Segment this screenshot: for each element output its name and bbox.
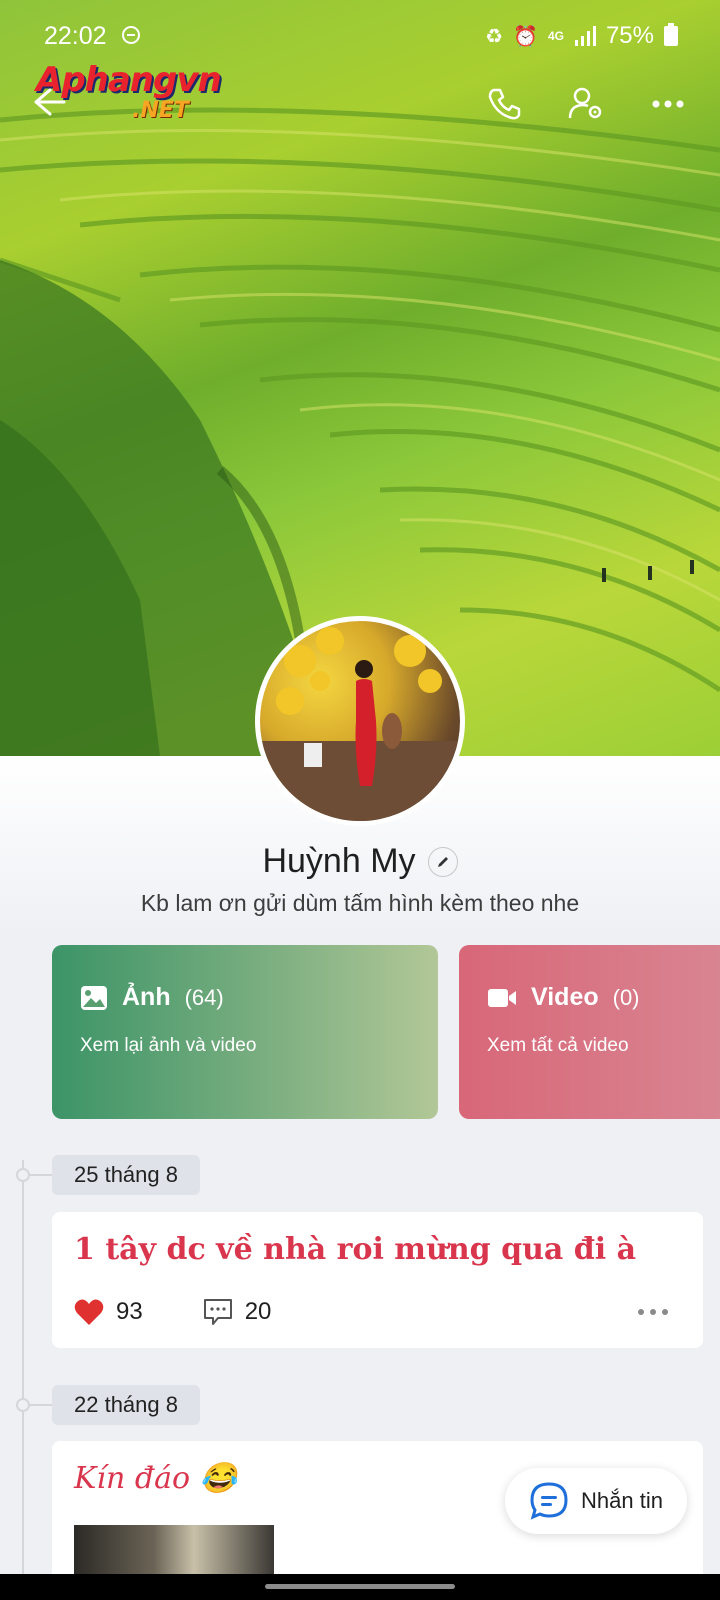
post-text: Kín đáo 😂 (74, 1461, 237, 1496)
battery-saver-icon: ♻ (485, 25, 504, 48)
videos-title: Video (531, 983, 599, 1011)
photos-title: Ảnh (122, 983, 171, 1011)
timeline-tick (30, 1404, 52, 1406)
profile-name: Huỳnh My (262, 842, 416, 880)
do-not-disturb-icon (122, 26, 140, 44)
user-settings-icon[interactable] (566, 84, 606, 124)
avatar-photo (260, 627, 460, 821)
heart-icon (74, 1299, 104, 1325)
like-button[interactable]: 93 (74, 1298, 143, 1326)
comment-count: 20 (244, 1298, 272, 1325)
edit-name-button[interactable] (427, 846, 458, 877)
home-gesture-bar[interactable] (265, 1584, 455, 1589)
videos-count: (0) (612, 984, 640, 1010)
like-count: 93 (116, 1298, 143, 1325)
chat-bubble-icon (530, 1482, 568, 1520)
post-more-icon[interactable] (637, 1308, 669, 1316)
pencil-icon (437, 856, 448, 867)
photos-card[interactable]: Ảnh (64) Xem lại ảnh và video (52, 945, 438, 1119)
signal-icon (574, 26, 596, 46)
timeline-dot (16, 1168, 30, 1182)
send-message-label: Nhắn tin (581, 1488, 663, 1513)
date-chip: 22 tháng 8 (52, 1385, 200, 1425)
profile-name-row: Huỳnh My (0, 842, 720, 881)
timeline-dot (16, 1398, 30, 1412)
system-nav-bar (0, 1574, 720, 1600)
comment-button[interactable]: 20 (203, 1298, 272, 1326)
profile-status: Kb lam ơn gửi dùm tấm hình kèm theo nhe (140, 890, 580, 916)
logo-line1: Aphangvn (36, 60, 222, 100)
more-icon[interactable] (648, 84, 688, 124)
post-text: 1 tây dc về nhà roi mừng qua đi à (74, 1232, 637, 1267)
videos-subtitle: Xem tất cả video (487, 1035, 629, 1056)
network-type: 4G (547, 29, 564, 43)
videos-card[interactable]: Video (0) Xem tất cả video (459, 945, 720, 1119)
comment-icon (203, 1299, 232, 1325)
battery-level: 75% (605, 22, 654, 49)
photos-subtitle: Xem lại ảnh và video (80, 1035, 257, 1056)
timeline-line (22, 1160, 24, 1600)
post-card[interactable]: 1 tây dc về nhà roi mừng qua đi à 93 20 (52, 1212, 703, 1348)
phone-icon[interactable] (484, 84, 524, 124)
avatar[interactable] (255, 616, 465, 826)
battery-icon (664, 23, 678, 46)
timeline-tick (30, 1174, 52, 1176)
video-camera-icon (488, 988, 516, 1007)
logo-line2: .NET (132, 98, 189, 123)
alarm-icon: ⏰ (513, 25, 538, 48)
photos-count: (64) (184, 984, 224, 1010)
watermark-logo: Aphangvn .NET (36, 60, 256, 130)
status-time: 22:02 (44, 22, 107, 50)
date-chip: 25 tháng 8 (52, 1155, 200, 1195)
send-message-button[interactable]: Nhắn tin (505, 1468, 687, 1534)
image-icon (81, 985, 107, 1010)
